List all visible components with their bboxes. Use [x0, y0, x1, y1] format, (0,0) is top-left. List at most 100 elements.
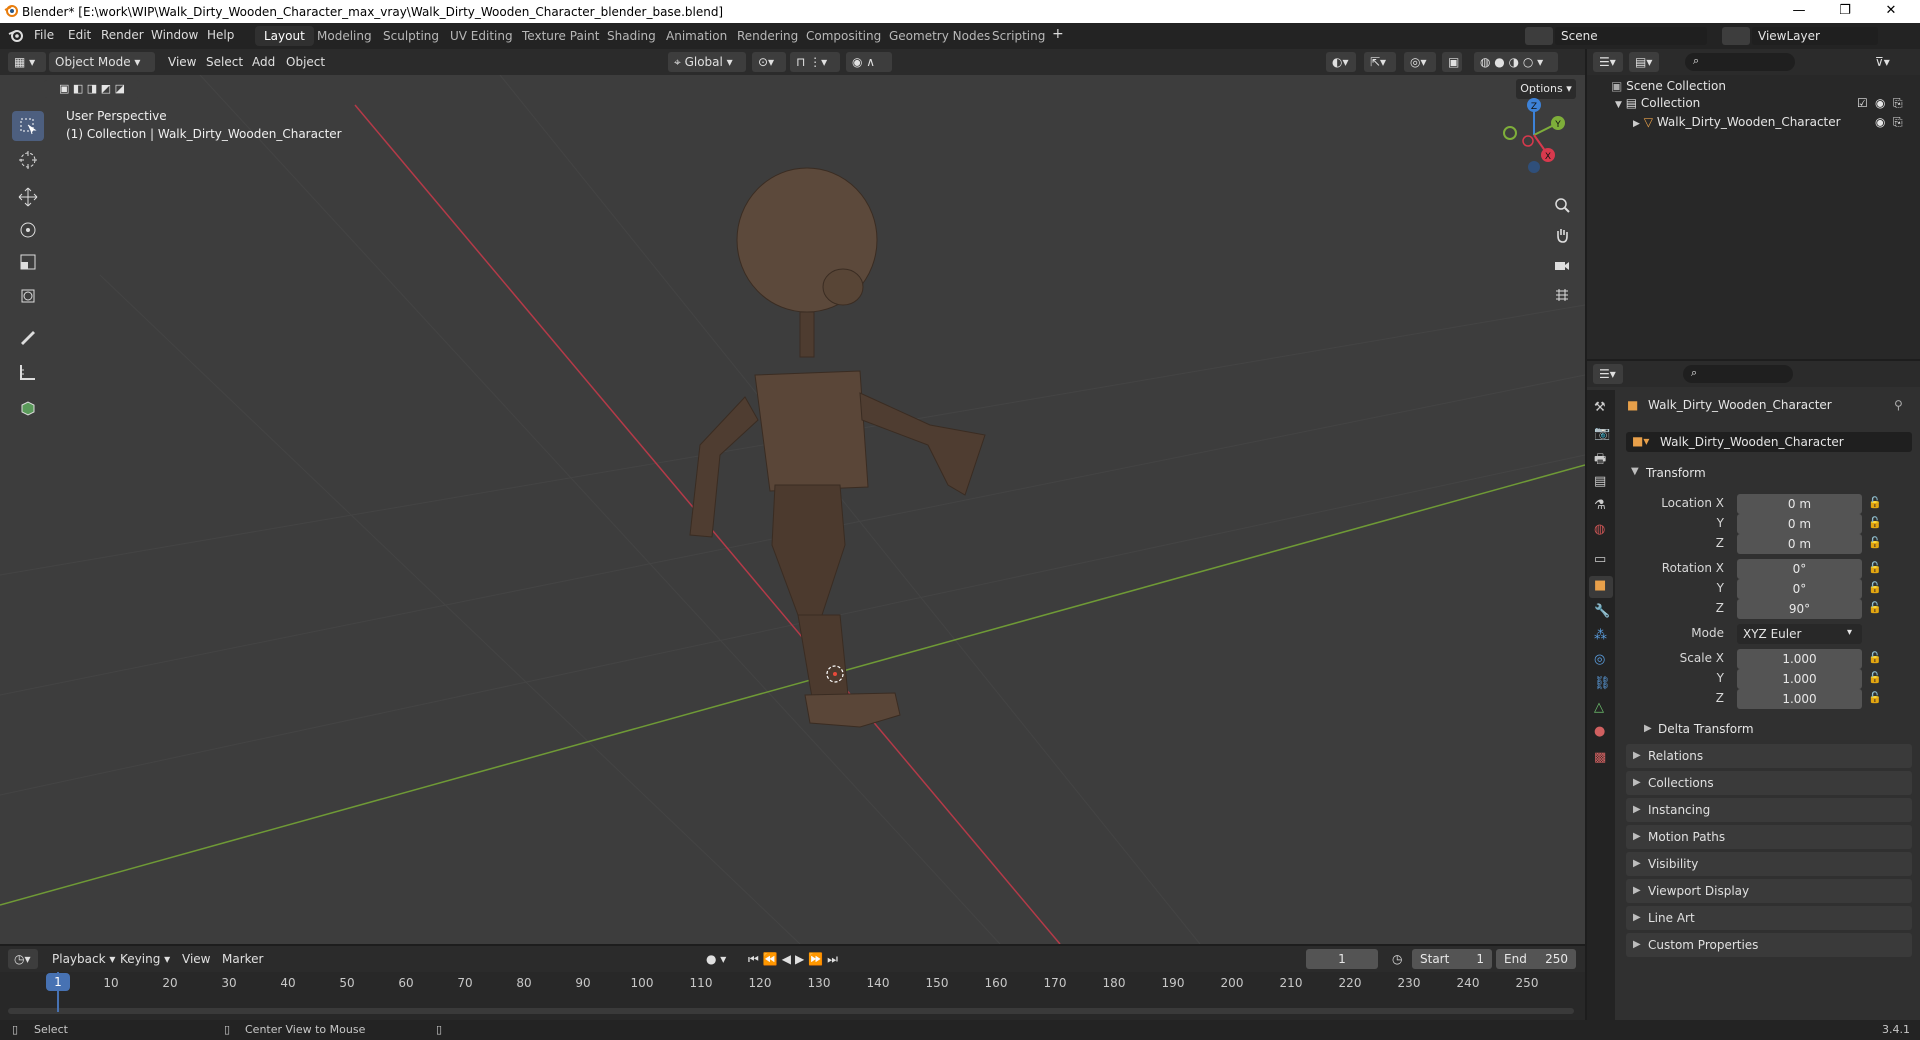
data-tab-icon[interactable]: △: [1594, 700, 1604, 715]
close-window-button[interactable]: ✕: [1868, 0, 1914, 23]
display-mode-icon[interactable]: ▤▾: [1629, 52, 1659, 72]
scene-selector-icon[interactable]: [1525, 27, 1553, 45]
location-y-field[interactable]: 0 m: [1737, 514, 1862, 534]
zoom-icon[interactable]: [1549, 192, 1575, 218]
particles-tab-icon[interactable]: ⁂: [1594, 628, 1607, 643]
viewport-display-panel[interactable]: ▶ Viewport Display: [1626, 879, 1912, 903]
3d-viewport[interactable]: User Perspective (1) Collection | Walk_D…: [0, 75, 1585, 944]
scene-tab-icon[interactable]: ⚗: [1594, 498, 1606, 513]
modifier-tab-icon[interactable]: 🔧: [1594, 604, 1610, 619]
blender-menu-icon[interactable]: [8, 29, 24, 43]
pivot-icon[interactable]: ⊙▾: [752, 52, 786, 72]
start-frame-field[interactable]: Start 1: [1412, 949, 1492, 969]
overlays-icon[interactable]: ◎▾: [1404, 52, 1436, 72]
transform-orientation[interactable]: ⌖ Global ▾: [668, 52, 746, 72]
rotation-z-field[interactable]: 90°: [1737, 599, 1862, 619]
current-frame-field[interactable]: 1: [1306, 949, 1378, 969]
tool-tab-icon[interactable]: ⚒: [1594, 400, 1606, 415]
lock-icon[interactable]: 🔓: [1868, 671, 1882, 684]
menu-file[interactable]: File: [34, 28, 54, 42]
lock-icon[interactable]: 🔓: [1868, 561, 1882, 574]
scale-tool-icon[interactable]: [12, 247, 44, 277]
properties-search-input[interactable]: ⌕: [1683, 365, 1793, 383]
expand-collection-icon[interactable]: ▼: [1615, 100, 1622, 110]
texture-tab-icon[interactable]: ▩: [1594, 750, 1606, 765]
menu-edit[interactable]: Edit: [68, 28, 91, 42]
relations-panel[interactable]: ▶ Relations: [1626, 744, 1912, 768]
tab-compositing[interactable]: Compositing: [797, 26, 890, 46]
location-x-field[interactable]: 0 m: [1737, 494, 1862, 514]
collection-tab-icon[interactable]: ▭: [1594, 552, 1606, 567]
menu-marker[interactable]: Marker: [216, 949, 269, 969]
scene-collection-row[interactable]: ▣ Scene Collection: [1611, 79, 1726, 93]
collections-panel[interactable]: ▶ Collections: [1626, 771, 1912, 795]
rotation-mode-dropdown[interactable]: XYZ Euler ▾: [1737, 624, 1862, 644]
object-render-icon[interactable]: ⎘: [1893, 115, 1903, 130]
menu-help[interactable]: Help: [207, 28, 234, 42]
playback-controls[interactable]: ⏮⏪◀▶⏩⏭: [742, 949, 848, 969]
object-row[interactable]: ▶ ▽ Walk_Dirty_Wooden_Character: [1633, 115, 1841, 129]
lock-icon[interactable]: 🔓: [1868, 651, 1882, 664]
lock-icon[interactable]: 🔓: [1868, 536, 1882, 549]
object-tab-active[interactable]: ■: [1589, 576, 1613, 598]
tab-scripting[interactable]: Scripting: [983, 26, 1054, 46]
lock-icon[interactable]: 🔓: [1868, 496, 1882, 509]
outliner-editor-type-icon[interactable]: ☰▾: [1593, 52, 1623, 72]
location-z-field[interactable]: 0 m: [1737, 534, 1862, 554]
scene-field[interactable]: Scene: [1555, 27, 1707, 45]
tab-uv-editing[interactable]: UV Editing: [441, 26, 522, 46]
select-box-tool-icon[interactable]: [12, 111, 44, 141]
motion-paths-panel[interactable]: ▶ Motion Paths: [1626, 825, 1912, 849]
gizmo-toggle-icon[interactable]: ⇱▾: [1364, 52, 1396, 72]
view-layer-tab-icon[interactable]: ▤: [1594, 474, 1606, 489]
menu-render[interactable]: Render: [101, 28, 144, 42]
transform-panel-header[interactable]: ▼ Transform: [1626, 462, 1912, 484]
visibility-icon[interactable]: ◐▾: [1326, 52, 1356, 72]
end-frame-field[interactable]: End 250: [1496, 949, 1576, 969]
delta-transform-subpanel[interactable]: ▶ Delta Transform: [1640, 720, 1910, 740]
transform-tool-icon[interactable]: [12, 281, 44, 311]
render-tab-icon[interactable]: 📷: [1594, 426, 1610, 441]
tab-shading[interactable]: Shading: [598, 26, 665, 46]
outliner-search-input[interactable]: ⌕: [1685, 53, 1795, 71]
collection-render-icon[interactable]: ⎘: [1893, 96, 1903, 111]
shading-modes[interactable]: ◍ ● ◑ ○ ▾: [1474, 52, 1558, 72]
viewlayer-field[interactable]: ViewLayer: [1752, 27, 1878, 45]
menu-view[interactable]: View: [162, 52, 202, 72]
tab-rendering[interactable]: Rendering: [728, 26, 807, 46]
viewlayer-selector-icon[interactable]: [1722, 27, 1750, 45]
menu-window[interactable]: Window: [151, 28, 198, 42]
output-tab-icon[interactable]: 🖶: [1594, 450, 1606, 472]
add-workspace-icon[interactable]: +: [1052, 26, 1064, 42]
instancing-panel[interactable]: ▶ Instancing: [1626, 798, 1912, 822]
collection-checkbox-icon[interactable]: ☑: [1857, 96, 1868, 110]
rotate-tool-icon[interactable]: [12, 215, 44, 245]
clock-icon[interactable]: ◷: [1386, 949, 1408, 969]
measure-tool-icon[interactable]: [12, 357, 44, 387]
scale-x-field[interactable]: 1.000: [1737, 649, 1862, 669]
filter-icon[interactable]: ⊽▾: [1869, 52, 1897, 72]
navigation-gizmo[interactable]: Z Y X: [1494, 95, 1574, 175]
rotation-x-field[interactable]: 0°: [1737, 559, 1862, 579]
camera-view-icon[interactable]: [1549, 252, 1575, 278]
menu-timeline-view[interactable]: View: [176, 949, 216, 969]
ortho-grid-icon[interactable]: [1549, 282, 1575, 308]
proportional-edit-icon[interactable]: ◉ ∧: [846, 52, 892, 72]
tab-layout[interactable]: Layout: [255, 26, 314, 46]
tab-texture-paint[interactable]: Texture Paint: [513, 26, 608, 46]
cursor-tool-icon[interactable]: [12, 145, 44, 175]
menu-playback[interactable]: Playback ▾: [46, 949, 121, 969]
lock-icon[interactable]: 🔓: [1868, 516, 1882, 529]
custom-properties-panel[interactable]: ▶ Custom Properties: [1626, 933, 1912, 957]
menu-object[interactable]: Object: [280, 52, 331, 72]
mode-selector[interactable]: Object Mode ▾: [49, 52, 155, 72]
object-name-field[interactable]: ■▾ Walk_Dirty_Wooden_Character: [1626, 432, 1912, 452]
menu-select[interactable]: Select: [200, 52, 249, 72]
minimize-button[interactable]: —: [1776, 0, 1822, 23]
snap-icon[interactable]: ⊓ ⋮▾: [790, 52, 840, 72]
constraints-tab-icon[interactable]: ⛓: [1594, 676, 1611, 691]
add-cube-tool-icon[interactable]: [12, 393, 44, 423]
xray-icon[interactable]: ▣: [1442, 52, 1462, 72]
move-tool-icon[interactable]: [12, 182, 44, 212]
tab-sculpting[interactable]: Sculpting: [374, 26, 448, 46]
